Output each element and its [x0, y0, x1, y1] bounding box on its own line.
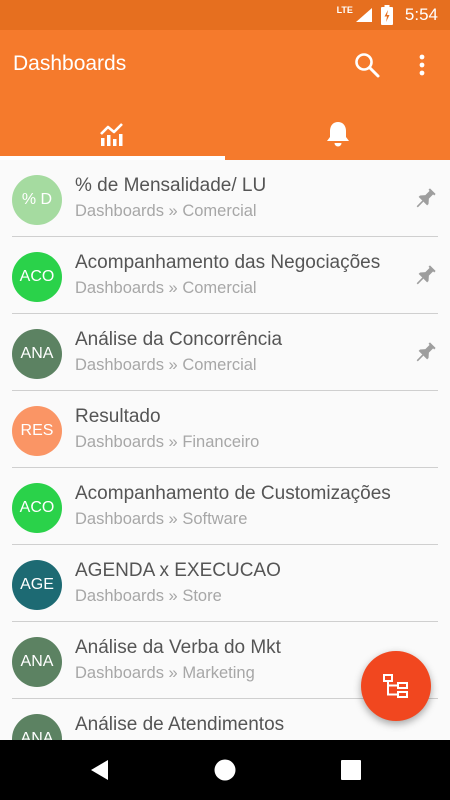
status-time: 5:54 [404, 5, 438, 24]
list-item[interactable]: % D % de Mensalidade/ LU Dashboards » Come… [0, 160, 450, 237]
network-type: LTE [336, 5, 353, 15]
dashboard-name: % de Mensalidade/ LU [75, 175, 267, 196]
dashboard-name: Resultado [75, 406, 161, 427]
dashboard-name: Acompanhamento de Customizações [75, 483, 391, 504]
list-item[interactable]: ANA Análise da Concorrência Dashboards » C… [0, 314, 450, 391]
avatar: ACO [12, 252, 62, 302]
back-icon[interactable] [88, 758, 112, 782]
avatar: ANA [12, 714, 62, 740]
avatar: AGE [12, 560, 62, 610]
dashboard-path: Dashboards » Comercial [75, 202, 257, 220]
dashboard-path: Dashboards » Software [75, 510, 248, 528]
tab-notifications[interactable] [225, 108, 450, 160]
dashboard-name: Análise da Concorrência [75, 329, 283, 350]
avatar: ACO [12, 483, 62, 533]
app-bar: Dashboards [0, 30, 450, 160]
dashboard-path: Dashboards » Comercial [75, 356, 257, 374]
home-icon[interactable] [213, 758, 237, 782]
list-item[interactable]: ACO Acompanhamento de Customizações Dashbo… [0, 468, 450, 545]
avatar: RES [12, 406, 62, 456]
dashboard-name: AGENDA x EXECUCAO [75, 560, 281, 581]
chart-icon [99, 123, 123, 146]
dashboard-name: Acompanhamento das Negociações [75, 252, 381, 273]
system-navigation-bar [0, 740, 450, 800]
more-options-icon[interactable] [410, 50, 434, 80]
hierarchy-fab-button[interactable] [361, 651, 431, 721]
tab-dashboards[interactable] [0, 108, 225, 160]
list-item[interactable]: RES Resultado Dashboards » Financeiro [0, 391, 450, 468]
pin-icon[interactable] [412, 340, 438, 366]
avatar: % D [12, 175, 62, 225]
search-icon[interactable] [352, 50, 382, 80]
battery-icon [380, 5, 393, 25]
dashboard-path: Dashboards » Comercial [75, 279, 257, 297]
dashboard-path: Dashboards » Marketing [75, 664, 255, 682]
signal-icon [355, 8, 372, 22]
status-bar: LTE 5:54 [0, 0, 450, 30]
pin-icon[interactable] [412, 263, 438, 289]
dashboard-name: Análise de Atendimentos [75, 714, 285, 735]
avatar: ANA [12, 329, 62, 379]
dashboard-path: Dashboards » Financeiro [75, 433, 260, 451]
list-item[interactable]: ACO Acompanhamento das Negociações Dashboa… [0, 237, 450, 314]
avatar: ANA [12, 637, 62, 687]
pin-icon[interactable] [412, 186, 438, 212]
dashboard-name: Análise da Verba do Mkt [75, 637, 281, 658]
bell-icon [326, 122, 349, 147]
recents-icon[interactable] [339, 758, 363, 782]
hierarchy-icon [383, 674, 408, 698]
page-title: Dashboards [13, 52, 127, 75]
dashboard-path: Dashboards » Store [75, 587, 222, 605]
list-item[interactable]: AGE AGENDA x EXECUCAO Dashboards » Store [0, 545, 450, 622]
